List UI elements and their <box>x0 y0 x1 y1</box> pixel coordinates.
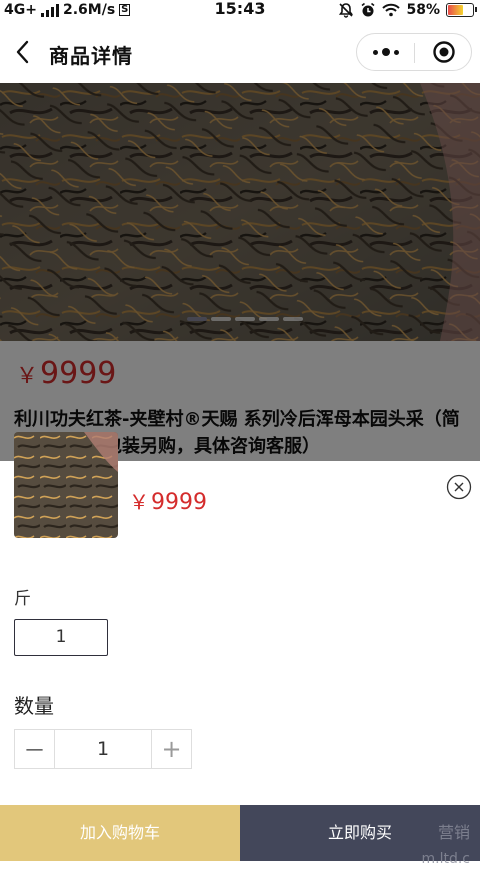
decrement-button[interactable]: — <box>15 730 54 768</box>
buy-now-button[interactable]: 立即购买 营销 m.ltd.c <box>240 805 480 867</box>
increment-button[interactable]: + <box>152 730 191 768</box>
bottom-action-bar: 加入购物车 立即购买 营销 m.ltd.c <box>0 805 480 867</box>
mute-bell-icon <box>339 3 354 18</box>
buy-now-label: 立即购买 <box>327 823 392 842</box>
battery-icon <box>446 3 477 17</box>
currency-symbol: ￥ <box>129 490 149 514</box>
page-title: 商品详情 <box>49 44 133 68</box>
back-arrow-icon[interactable] <box>12 38 36 66</box>
tea-thumbnail-image <box>14 432 118 538</box>
alarm-icon <box>361 2 375 17</box>
status-bar: 4G+ 2.6M/s S 15:43 58% <box>0 0 480 20</box>
spec-label: 斤 <box>14 589 31 609</box>
spec-option-selected[interactable]: 1 <box>14 619 108 656</box>
watermark-url: m.ltd.c <box>421 851 470 867</box>
plus-icon: + <box>161 735 182 763</box>
modal-mask[interactable] <box>0 83 480 461</box>
mini-program-capsule <box>356 33 472 71</box>
more-icon <box>372 48 399 56</box>
quantity-value[interactable]: 1 <box>54 730 152 768</box>
more-button[interactable] <box>357 34 414 70</box>
add-to-cart-button[interactable]: 加入购物车 <box>0 805 240 861</box>
battery-percent: 58% <box>406 2 440 18</box>
status-right: 58% <box>338 0 477 20</box>
close-target-icon <box>432 41 455 63</box>
close-circle-icon[interactable] <box>446 474 472 500</box>
sheet-price: ￥9999 <box>129 486 207 515</box>
price-value: 9999 <box>151 490 207 515</box>
nav-bar: 商品详情 <box>0 20 480 83</box>
minus-icon: — <box>25 738 44 760</box>
quantity-label: 数量 <box>14 694 54 718</box>
wifi-icon <box>382 3 401 17</box>
sheet-product-thumbnail <box>14 432 118 538</box>
quantity-stepper: — 1 + <box>14 729 192 769</box>
close-mini-program-button[interactable] <box>415 34 472 70</box>
